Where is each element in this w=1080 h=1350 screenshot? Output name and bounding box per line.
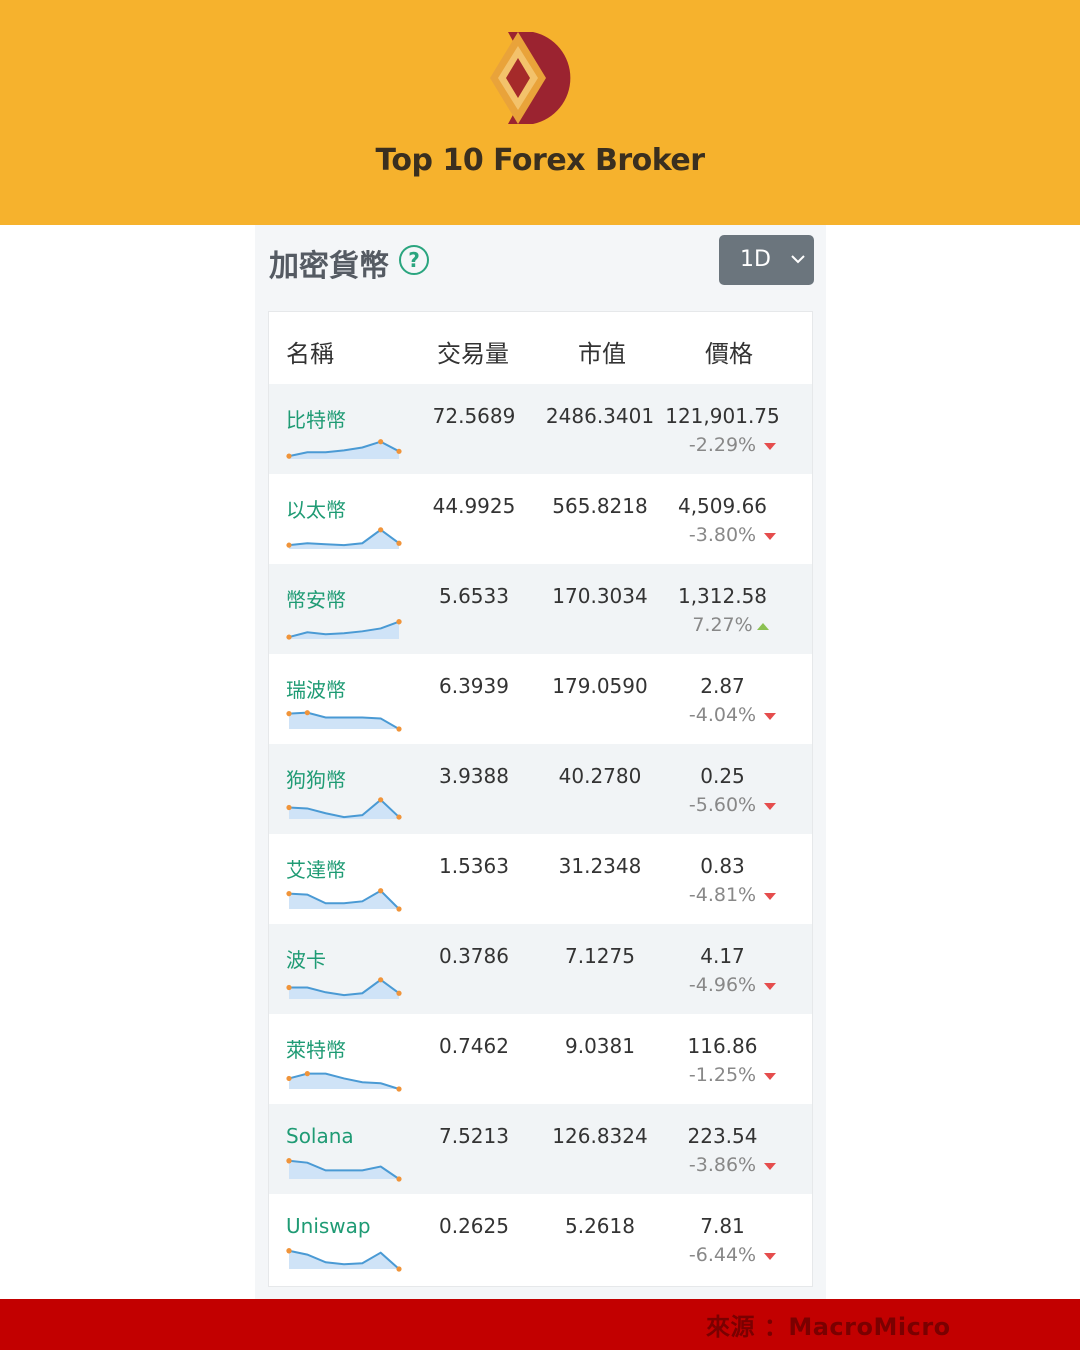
volume-value: 72.5689 [432,404,516,428]
market-cap-value: 40.2780 [558,764,642,788]
header-volume: 交易量 [437,340,509,368]
market-cap-value: 5.2618 [565,1214,635,1238]
volume-value: 0.7462 [439,1034,509,1058]
caret-down-icon [764,803,776,810]
brand-banner: Top 10 Forex Broker [0,0,1080,225]
caret-down-icon [764,1163,776,1170]
sparkline-chart [286,1071,402,1092]
crypto-widget: 加密貨幣 ? 1D 名稱 交易量 市值 價格 比特幣 72.5689 2486.34… [255,225,826,1300]
table-row[interactable]: Uniswap 0.2625 5.2618 7.81 -6.44% [269,1194,812,1284]
coin-name-link[interactable]: 萊特幣 [286,1034,346,1063]
coin-name-link[interactable]: 波卡 [286,944,326,973]
coin-name-link[interactable]: 以太幣 [286,494,346,523]
header-market-cap: 市值 [578,340,626,368]
caret-down-icon [764,1253,776,1260]
broker-logo-icon [490,32,571,124]
coin-name-link[interactable]: 狗狗幣 [286,764,346,793]
time-range-value: 1D [740,247,771,272]
coin-name-link[interactable]: Uniswap [286,1214,371,1238]
crypto-table: 名稱 交易量 市值 價格 比特幣 72.5689 2486.3401 121,901.… [269,312,812,1286]
price-value: 1,312.58 [677,584,768,608]
caret-up-icon [757,623,769,630]
price-value: 4,509.66 [677,494,768,518]
sparkline-chart [286,439,402,459]
source-credit: 來源 ：MacroMicro [706,1313,951,1341]
caret-down-icon [764,533,776,540]
market-cap-value: 179.0590 [552,674,648,698]
sparkline-chart [286,1248,402,1272]
help-icon[interactable]: ? [399,245,429,275]
market-cap-value: 31.2348 [558,854,642,878]
volume-value: 7.5213 [439,1124,509,1148]
caret-down-icon [764,713,776,720]
coin-name-link[interactable]: 艾達幣 [286,854,346,883]
table-row[interactable]: 幣安幣 5.6533 170.3034 1,312.58 7.27% [269,564,812,654]
volume-value: 0.2625 [439,1214,509,1238]
footer-bar: 來源 ：MacroMicro [0,1299,1080,1350]
table-row[interactable]: 瑞波幣 6.3939 179.0590 2.87 -4.04% [269,654,812,744]
header-name: 名稱 [286,340,334,368]
sparkline-chart [286,888,402,912]
market-cap-value: 170.3034 [552,584,648,608]
volume-value: 6.3939 [439,674,509,698]
widget-title: 加密貨幣 [269,249,389,284]
price-value: 0.25 [700,764,745,788]
price-value: 116.86 [687,1034,758,1058]
price-value: 4.17 [700,944,745,968]
table-row[interactable]: 萊特幣 0.7462 9.0381 116.86 -1.25% [269,1014,812,1104]
caret-down-icon [764,443,776,450]
market-cap-value: 7.1275 [565,944,635,968]
table-row[interactable]: Solana 7.5213 126.8324 223.54 -3.86% [269,1104,812,1194]
volume-value: 0.3786 [439,944,509,968]
table-row[interactable]: 比特幣 72.5689 2486.3401 121,901.75 -2.29% [269,384,812,474]
caret-down-icon [764,1073,776,1080]
price-value: 121,901.75 [665,404,780,428]
market-cap-value: 9.0381 [565,1034,635,1058]
sparkline-chart [286,797,402,820]
sparkline-chart [286,1158,402,1182]
header-price: 價格 [705,340,753,368]
table-row[interactable]: 狗狗幣 3.9388 40.2780 0.25 -5.60% [269,744,812,834]
time-range-select[interactable]: 1D [719,235,814,285]
brand-title: Top 10 Forex Broker [375,143,705,178]
coin-name-link[interactable]: 瑞波幣 [286,674,346,703]
sparkline-chart [286,619,402,640]
market-cap-value: 565.8218 [552,494,648,518]
coin-name-link[interactable]: 比特幣 [286,404,346,433]
table-header: 名稱 交易量 市值 價格 [269,312,812,384]
market-cap-value: 126.8324 [552,1124,648,1148]
price-value: 0.83 [700,854,745,878]
coin-name-link[interactable]: 幣安幣 [286,584,346,613]
price-value: 223.54 [687,1124,758,1148]
table-row[interactable]: 艾達幣 1.5363 31.2348 0.83 -4.81% [269,834,812,924]
sparkline-chart [286,710,402,732]
caret-down-icon [764,983,776,990]
table-row[interactable]: 以太幣 44.9925 565.8218 4,509.66 -3.80% [269,474,812,564]
caret-down-icon [764,893,776,900]
volume-value: 3.9388 [439,764,509,788]
volume-value: 5.6533 [439,584,509,608]
sparkline-chart [286,527,402,549]
market-cap-value: 2486.3401 [545,404,655,428]
volume-value: 1.5363 [439,854,509,878]
sparkline-chart [286,977,402,999]
coin-name-link[interactable]: Solana [286,1124,354,1148]
price-value: 2.87 [700,674,745,698]
chevron-down-icon [791,255,805,264]
price-value: 7.81 [700,1214,745,1238]
table-row[interactable]: 波卡 0.3786 7.1275 4.17 -4.96% [269,924,812,1014]
volume-value: 44.9925 [432,494,516,518]
